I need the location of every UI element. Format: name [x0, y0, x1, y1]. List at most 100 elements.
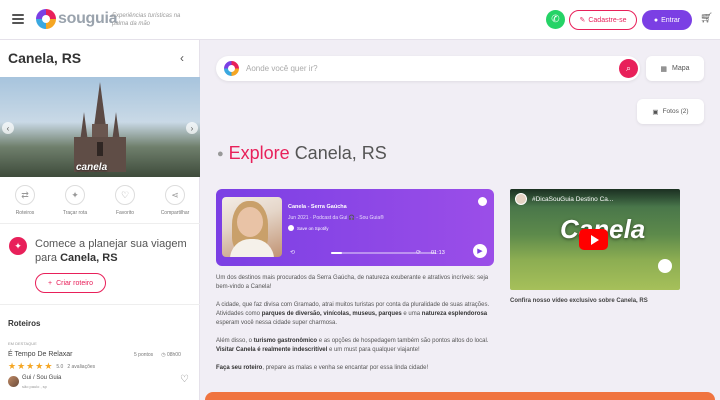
save-on-spotify[interactable]: Save on Spotify: [288, 225, 329, 231]
carousel-prev-icon[interactable]: ‹: [2, 122, 14, 134]
explore-city: Canela, RS: [294, 143, 387, 163]
sidebar: Canela, RS ‹ ‹ › canela ⇄ Roteiros ✦ Tra…: [0, 40, 200, 400]
cart-icon[interactable]: 🛒︎: [700, 13, 713, 24]
login-label: Entrar: [661, 16, 681, 24]
action-routes[interactable]: ⇄ Roteiros: [0, 185, 50, 216]
hero-image: ‹ › canela: [0, 77, 200, 177]
routes-title: Roteiros: [8, 319, 41, 328]
search-input[interactable]: [246, 62, 606, 75]
create-route-button[interactable]: + Criar roteiro: [35, 273, 106, 293]
cathedral-illustration: [74, 82, 126, 172]
promo-banner[interactable]: [205, 392, 715, 400]
action-label: Traçar rota: [62, 210, 88, 216]
photos-button[interactable]: ▣ Fotos (2): [637, 99, 704, 124]
share-icon: ⋖: [165, 185, 185, 205]
whatsapp-icon: ✆: [551, 14, 560, 25]
route-name[interactable]: É Tempo De Relaxar: [8, 351, 72, 358]
desc-text: Além disso, o: [216, 338, 254, 344]
photos-label: Fotos (2): [662, 108, 689, 115]
search-button[interactable]: ⌕: [619, 59, 638, 78]
compass-icon: ✦: [65, 185, 85, 205]
signup-label: Cadastre-se: [588, 16, 627, 24]
desc-text: , prepare as malas e venha se encantar p…: [262, 365, 429, 371]
desc-paragraph: A cidade, que faz divisa com Gramado, at…: [216, 301, 494, 328]
desc-paragraph: Além disso, o turismo gastronômico e as …: [216, 337, 494, 355]
logo-pin-icon: [36, 9, 56, 29]
site-logo[interactable]: souguia: [36, 9, 118, 29]
podcast-duration: 01:13: [431, 250, 445, 256]
rewind-icon[interactable]: ⟲: [290, 249, 295, 256]
action-label: Compartilhar: [160, 210, 190, 216]
route-icon: ⇄: [15, 185, 35, 205]
desc-text: e as opções de hospedagem também são pon…: [317, 338, 489, 344]
login-button[interactable]: ● Entrar: [642, 10, 692, 30]
save-label: Save on Spotify: [297, 225, 329, 231]
carousel-next-icon[interactable]: ›: [186, 122, 198, 134]
menu-icon[interactable]: [12, 14, 24, 24]
desc-bold: Visitar Canela é realmente indescritível: [216, 347, 328, 353]
plus-circle-icon: [288, 225, 294, 231]
action-label: Favorito: [115, 210, 135, 216]
plan-prompt: Comece a planejar sua viagem para Canela…: [35, 237, 195, 265]
route-meta: 5 pontos ◷ 08h00: [134, 352, 181, 358]
cover-face: [237, 207, 263, 237]
explore-word: Explore: [228, 143, 290, 163]
star-icon: ★: [35, 361, 44, 371]
podcast-cover: [222, 197, 282, 257]
star-icon: ★: [26, 361, 35, 371]
page-title: ● Explore Canela, RS: [217, 143, 387, 164]
route-location: são paulo , sp: [22, 384, 47, 389]
hero-caption: canela: [76, 162, 108, 173]
star-icon: ★: [8, 361, 17, 371]
top-header: souguia Experiências turísticas na palma…: [0, 0, 720, 40]
route-points: 5 pontos: [134, 352, 154, 358]
map-button[interactable]: ▦ Mapa: [646, 56, 704, 81]
rating-count: 2 avaliações: [67, 363, 96, 370]
route-rating: ★ ★ ★ ★ ★ 5.0 2 avaliações: [8, 361, 95, 372]
location-pin-icon: ●: [217, 147, 224, 160]
user-icon: ●: [653, 16, 659, 24]
avatar: [8, 376, 19, 387]
video-embed[interactable]: #DicaSouGuia Destino Ca... Canela: [510, 189, 680, 290]
logo-text: souguia: [58, 10, 118, 27]
desc-text: e um must para qualquer viajante!: [327, 347, 420, 353]
video-title[interactable]: #DicaSouGuia Destino Ca...: [532, 196, 613, 203]
desc-paragraph: Um dos destinos mais procurados da Serra…: [216, 275, 489, 290]
divider: [0, 223, 200, 224]
tagline: Experiências turísticas na palma da mão: [112, 13, 181, 27]
play-button[interactable]: ▶: [473, 244, 487, 258]
action-share[interactable]: ⋖ Compartilhar: [150, 185, 200, 216]
avatar: [515, 193, 527, 205]
whatsapp-button[interactable]: ✆: [546, 10, 565, 29]
signup-button[interactable]: ✎ Cadastre-se: [569, 10, 637, 30]
desc-bold: Faça seu roteiro: [216, 365, 263, 371]
podcast-player: Canela - Serra Gaúcha Jun 2021 · Podcast…: [216, 189, 494, 266]
chevron-left-icon[interactable]: ‹: [180, 51, 184, 65]
divider: [0, 304, 200, 305]
forward-icon[interactable]: ⟳: [416, 249, 421, 256]
star-icon: ★: [17, 361, 26, 371]
route-duration: 08h00: [166, 352, 181, 358]
map-label: Mapa: [672, 65, 690, 72]
city-description: Um dos destinos mais procurados da Serra…: [216, 274, 494, 382]
route-author[interactable]: Gui / Sou Guia: [22, 375, 61, 381]
city-title: Canela, RS: [8, 50, 82, 66]
desc-text: esperam você nessa cidade super charmosa…: [216, 320, 338, 326]
video-caption: Confira nosso vídeo exclusivo sobre Cane…: [510, 298, 648, 304]
youtube-play-icon[interactable]: [579, 229, 608, 250]
podcast-title[interactable]: Canela - Serra Gaúcha: [288, 204, 347, 210]
action-trace-route[interactable]: ✦ Traçar rota: [50, 185, 100, 216]
route-highlight-label: EM DESTAQUE: [8, 341, 37, 346]
create-route-label: Criar roteiro: [56, 279, 94, 287]
rating-value: 5.0: [56, 363, 64, 370]
heart-icon[interactable]: ♡: [180, 374, 189, 385]
action-favorite[interactable]: ♡ Favorito: [100, 185, 150, 216]
podcast-subtitle: Jun 2021 · Podcast da Gui 🎧 - Sou Guia®: [288, 215, 384, 221]
desc-bold: natureza esplendorosa: [421, 311, 488, 317]
spotify-icon[interactable]: [478, 197, 487, 206]
channel-badge-icon: [658, 259, 672, 273]
desc-bold: turismo gastronômico: [253, 338, 318, 344]
search-icon: ⌕: [625, 63, 632, 73]
logo-pin-icon: [224, 61, 239, 76]
map-icon: ▦: [660, 65, 668, 73]
